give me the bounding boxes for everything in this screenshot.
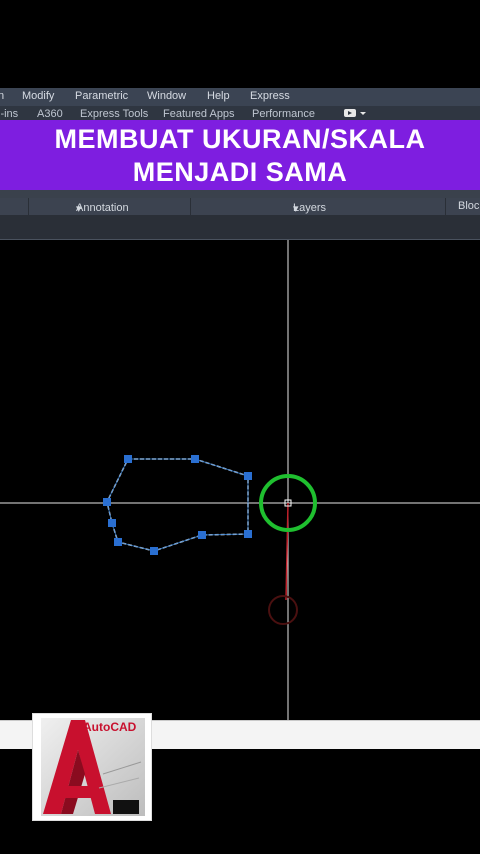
grip bbox=[108, 519, 116, 527]
drawing-canvas[interactable] bbox=[0, 240, 480, 720]
menu-item-help[interactable]: Help bbox=[207, 90, 230, 102]
menu-item-parametric[interactable]: Parametric bbox=[75, 90, 128, 102]
banner-line-2: MENJADI SAMA bbox=[132, 157, 348, 187]
grip bbox=[191, 455, 199, 463]
document-tabs bbox=[0, 215, 480, 240]
menu-item-window[interactable]: Window bbox=[147, 90, 186, 102]
grip bbox=[103, 498, 111, 506]
tab-performance[interactable]: Performance bbox=[252, 108, 315, 120]
autocad-logo: AutoCAD bbox=[32, 713, 152, 821]
logo-text: AutoCAD bbox=[83, 720, 137, 734]
tab-addins[interactable]: l-ins bbox=[0, 108, 18, 120]
grip bbox=[244, 530, 252, 538]
grip bbox=[244, 472, 252, 480]
banner-line-1: MEMBUAT UKURAN/SKALA bbox=[54, 124, 426, 154]
tab-express-tools[interactable]: Express Tools bbox=[80, 108, 148, 120]
tab-a360[interactable]: A360 bbox=[37, 108, 63, 120]
grip bbox=[198, 531, 206, 539]
title-banner: MEMBUAT UKURAN/SKALA MENJADI SAMA bbox=[0, 120, 480, 190]
selected-polyline bbox=[106, 458, 249, 552]
ghost-circle bbox=[268, 595, 298, 625]
panel-block[interactable]: Bloc bbox=[458, 200, 479, 212]
drawing-svg bbox=[0, 240, 480, 720]
menu-item-modify[interactable]: Modify bbox=[22, 90, 54, 102]
grip bbox=[124, 455, 132, 463]
menu-bar: n Modify Parametric Window Help Express bbox=[0, 88, 480, 106]
tab-featured-apps[interactable]: Featured Apps bbox=[163, 108, 235, 120]
chevron-down-icon: ▾ bbox=[293, 203, 299, 215]
menu-item-n[interactable]: n bbox=[0, 90, 4, 102]
grip bbox=[114, 538, 122, 546]
ribbon-panel-bar: Annotation ▾ Layers ▾ Bloc bbox=[0, 198, 480, 215]
chevron-down-icon: ▾ bbox=[76, 203, 82, 215]
panel-annotation-label: Annotation bbox=[76, 202, 129, 214]
menu-item-express[interactable]: Express bbox=[250, 90, 290, 102]
grip bbox=[150, 547, 158, 555]
